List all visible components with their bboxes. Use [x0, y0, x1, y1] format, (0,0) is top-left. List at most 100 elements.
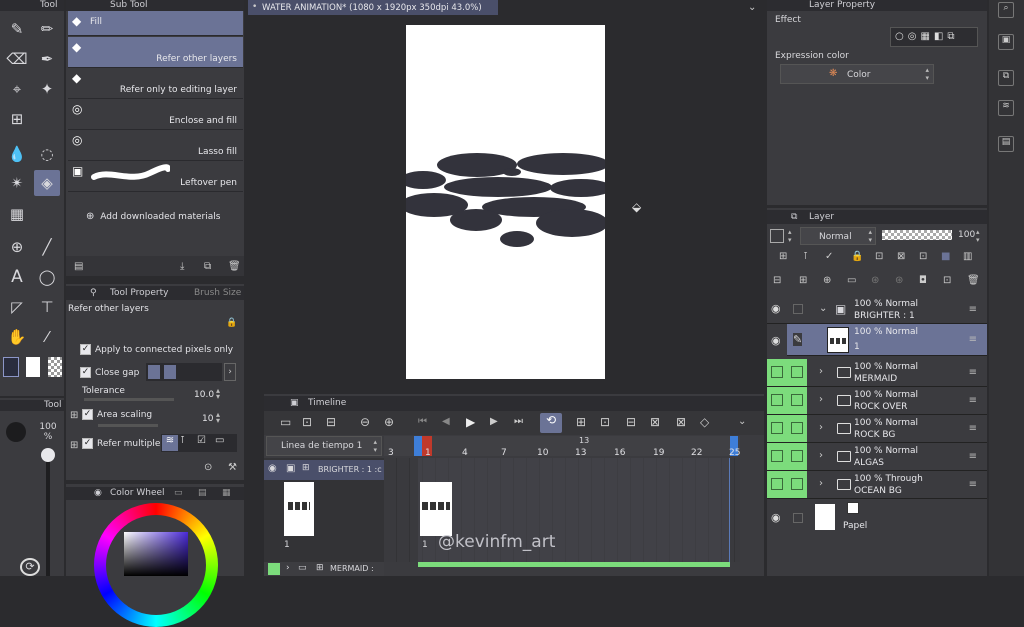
chevron-right-icon[interactable]: › [819, 478, 823, 489]
chevron-right-icon[interactable]: › [819, 450, 823, 461]
new-vector-layer-icon[interactable]: ⊞ [799, 275, 807, 286]
track-mermaid[interactable]: › ▭ ⊞ MERMAID : [264, 562, 384, 576]
link-2-icon[interactable]: ⊛ [895, 275, 903, 286]
layer-menu-icon[interactable]: ≡ [969, 304, 977, 315]
refer-multiple-option[interactable]: ✓ Refer multiple [82, 438, 160, 449]
eraser-tool-button[interactable]: ⌫ [6, 48, 28, 70]
balloon-tool-button[interactable]: ◯ [36, 266, 58, 288]
close-gap-selector[interactable] [146, 363, 222, 381]
tolerance-value[interactable]: 10.0 [194, 390, 214, 400]
eye-icon[interactable]: ◉ [771, 511, 781, 524]
first-frame-icon[interactable]: ⏮ [418, 416, 427, 427]
expression-color-stepper[interactable]: ▴ ▾ [925, 66, 929, 82]
opacity-slider[interactable] [882, 230, 952, 240]
layer-menu-icon[interactable]: ≡ [969, 479, 977, 490]
add-materials-button[interactable]: ⊕ Add downloaded materials [86, 211, 220, 222]
tool-property-tab[interactable]: Tool Property [110, 286, 168, 300]
layer-menu-icon[interactable]: ≡ [969, 367, 977, 378]
lock-layer-icon[interactable]: ⊡ [875, 251, 883, 262]
delete-layer-icon[interactable]: 🗑 [967, 275, 980, 286]
tool-settings-icon[interactable]: ⚒ [228, 462, 237, 473]
layers-icon[interactable]: ≋ [998, 100, 1014, 116]
visibility-checkbox[interactable] [771, 422, 783, 434]
layer-menu-icon[interactable]: ≡ [969, 395, 977, 406]
area-scaling-option[interactable]: ✓ Area scaling [82, 409, 152, 420]
chevron-right-icon[interactable]: › [819, 394, 823, 405]
reference-layer-icon[interactable]: ⊺ [803, 251, 808, 262]
all-layers-icon[interactable]: ≋ [162, 435, 178, 451]
reference-layer-icon[interactable]: ⊺ [180, 435, 185, 446]
refer-multiple-mode-buttons[interactable]: ≋ ⊺ ☑ ▭ [161, 434, 237, 452]
material-icon[interactable]: ▣ [998, 34, 1014, 50]
canvas-tab[interactable]: • WATER ANIMATION* (1080 x 1920px 350dpi… [248, 0, 498, 15]
prev-frame-icon[interactable]: ◀ [442, 416, 450, 427]
grid-tool-button[interactable]: ⊞ [6, 108, 28, 130]
timeline-name-select[interactable]: Linea de tiempo 1 ▴ ▾ [266, 436, 382, 456]
close-gap-option[interactable]: ✓ Close gap [80, 367, 139, 378]
area-scaling-value[interactable]: 10 [202, 414, 213, 424]
text-tool-button[interactable]: A [6, 266, 28, 288]
area-scaling-stepper[interactable]: ▴ ▾ [216, 411, 220, 425]
track-brighter[interactable]: ◉ ▣ ⊞ BRIGHTER : 1 :c [264, 460, 384, 480]
apply-connected-checkbox[interactable]: ✓ [80, 344, 91, 355]
delete-icon[interactable]: 🗑 [228, 261, 241, 272]
ruler-tool-button[interactable]: ⊤ [36, 296, 58, 318]
frame-tool-button[interactable]: ◸ [6, 296, 28, 318]
tool-reset-icon[interactable]: ⊙ [204, 462, 212, 473]
opacity-value[interactable]: 100 [958, 230, 975, 240]
layer-row-algas[interactable]: › 100 % Normal ALGAS ≡ [767, 443, 987, 471]
pencil-tool-button[interactable]: ✏ [36, 18, 58, 40]
apply-connected-option[interactable]: ✓ Apply to connected pixels only [80, 344, 233, 355]
effect-buttons[interactable]: ○◎▦◧⧉ [890, 27, 978, 47]
edit-checkbox[interactable] [791, 422, 803, 434]
transparent-color-swatch[interactable] [48, 357, 62, 377]
visibility-checkbox[interactable] [771, 478, 783, 490]
loop-button[interactable]: ⟲ [540, 413, 562, 433]
new-folder-2-icon[interactable]: ▭ [847, 275, 856, 286]
track-collapse-icon[interactable]: › [286, 563, 290, 573]
layer-row-brighter-folder[interactable]: ◉ ⌄ ▣ 100 % Normal BRIGHTER : 1 ≡ [767, 296, 987, 324]
new-cel-icon[interactable]: ⊞ [576, 415, 586, 429]
layer-color-icon[interactable]: ■ [941, 251, 950, 262]
canvas-page[interactable] [406, 25, 605, 379]
eye-icon[interactable]: ◉ [767, 324, 787, 356]
refer-multiple-expand-icon[interactable]: ⊞ [70, 440, 78, 451]
track-expand-icon[interactable]: ⊞ [316, 563, 324, 573]
blend-mode-stepper[interactable]: ▴ ▾ [868, 228, 872, 244]
layer-color-toggle[interactable] [770, 229, 784, 243]
lasso-tool-button[interactable]: ◌ [36, 143, 58, 165]
layer-menu-icon[interactable]: ≡ [969, 451, 977, 462]
tolerance-stepper[interactable]: ▴ ▾ [216, 387, 220, 401]
play-icon[interactable]: ▶ [466, 415, 475, 429]
onion-skin-icon[interactable]: ⊟ [626, 415, 636, 429]
line-tool-button[interactable]: ╱ [36, 236, 58, 258]
color-tab-icon-1[interactable]: ▭ [174, 487, 183, 500]
track-expand-icon[interactable]: ⊞ [302, 463, 310, 473]
keyframe-icon[interactable]: ⊠ [676, 415, 686, 429]
layer-color-stepper[interactable]: ▴ ▾ [788, 228, 792, 244]
merge-icon[interactable]: ⊡ [943, 275, 951, 286]
lock-transparent-icon[interactable]: 🔒 [851, 251, 863, 262]
blend-mode-select[interactable]: Normal ▴ ▾ [800, 227, 876, 245]
layer-row-mermaid[interactable]: › 100 % Normal MERMAID ≡ [767, 359, 987, 387]
lock-icon[interactable]: 🔒 [226, 318, 237, 328]
new-folder-icon[interactable]: ⊕ [823, 275, 831, 286]
last-frame-icon[interactable]: ⏭ [514, 416, 523, 427]
next-frame-icon[interactable]: ▶ [490, 416, 498, 427]
duplicate-icon[interactable]: ⧉ [204, 261, 211, 272]
history-icon[interactable]: ▤ [998, 136, 1014, 152]
pen-tool-button[interactable]: ✎ [6, 18, 28, 40]
timeline-edit-icon[interactable]: ⊟ [326, 415, 336, 429]
download-icon[interactable]: ⤓ [180, 261, 184, 272]
color-tab-icon-3[interactable]: ▦ [222, 487, 231, 500]
edit-checkbox[interactable] [791, 366, 803, 378]
brush-size-tab[interactable]: Brush Size [194, 286, 241, 300]
visibility-checkbox[interactable] [771, 366, 783, 378]
close-gap-expand[interactable]: › [224, 363, 236, 381]
brush-tool-button[interactable]: ✒ [36, 48, 58, 70]
palette-icon[interactable]: ▥ [963, 251, 972, 262]
layer-row-papel[interactable]: ◉ Papel [767, 500, 987, 536]
ruler-layer-icon[interactable]: ⊡ [919, 251, 927, 262]
opacity-stepper[interactable]: ▴ ▾ [976, 228, 980, 244]
chevron-right-icon[interactable]: › [819, 366, 823, 377]
